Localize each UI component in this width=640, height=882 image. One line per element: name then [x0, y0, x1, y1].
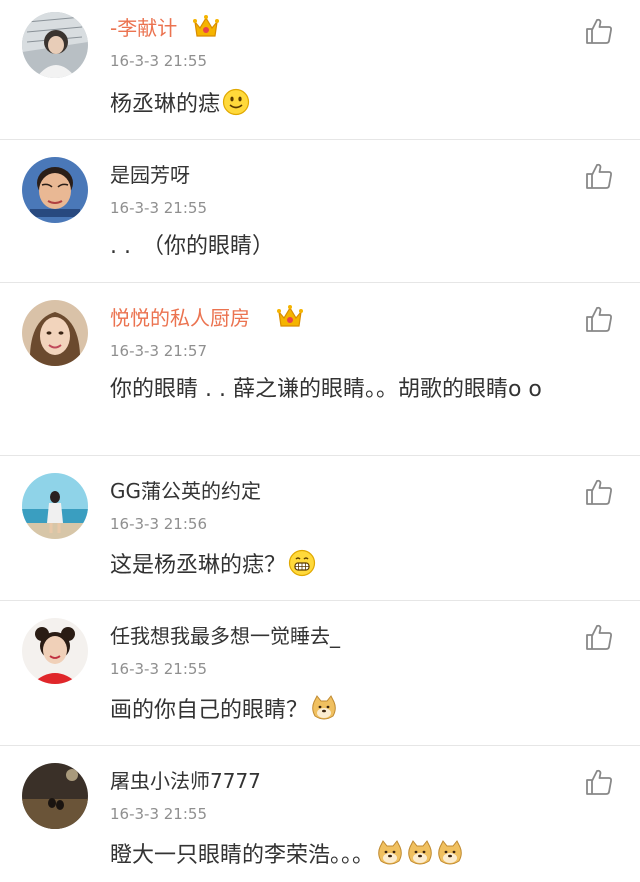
like-button[interactable]	[584, 477, 614, 507]
comment-item: 是园芳呀 16-3-3 21:55 . . （你的眼睛）	[0, 141, 640, 283]
timestamp: 16-3-3 21:55	[110, 52, 207, 70]
comment-item: 悦悦的私人厨房 16-3-3 21:57 你的眼睛 . . 薛之谦的眼睛。。胡歌…	[0, 284, 640, 456]
comment-body: 画的你自己的眼睛？	[110, 698, 309, 723]
avatar[interactable]	[22, 473, 88, 539]
comment-text: 这是杨丞琳的痣？	[110, 549, 616, 582]
thumbs-up-icon	[586, 769, 612, 795]
comment-text: 画的你自己的眼睛？	[110, 694, 616, 727]
comment-body: 这是杨丞琳的痣？	[110, 553, 287, 578]
like-button[interactable]	[584, 767, 614, 797]
smile-emoji	[222, 88, 250, 116]
comment-text: . . （你的眼睛）	[110, 231, 616, 263]
timestamp: 16-3-3 21:57	[110, 342, 207, 360]
thumbs-up-icon	[586, 306, 612, 332]
username[interactable]: 屠虫小法师7777	[110, 767, 261, 795]
comment-body: 你的眼睛 . . 薛之谦的眼睛。。胡歌的眼睛o o	[110, 377, 542, 402]
crown-icon	[276, 304, 304, 330]
username[interactable]: -李献计	[110, 14, 177, 42]
avatar[interactable]	[22, 157, 88, 223]
username[interactable]: 是园芳呀	[110, 161, 190, 189]
comment-item: -李献计 16-3-3 21:55 杨丞琳的痣	[0, 0, 640, 140]
doge-emoji	[376, 839, 404, 867]
timestamp: 16-3-3 21:56	[110, 515, 207, 533]
username[interactable]: 任我想我最多想一觉睡去_	[110, 622, 340, 650]
doge-emoji	[310, 694, 338, 722]
avatar[interactable]	[22, 300, 88, 366]
like-button[interactable]	[584, 161, 614, 191]
comment-item: 屠虫小法师7777 16-3-3 21:55 瞪大一只眼睛的李荣浩。。。	[0, 747, 640, 882]
timestamp: 16-3-3 21:55	[110, 805, 207, 823]
avatar[interactable]	[22, 618, 88, 684]
like-button[interactable]	[584, 304, 614, 334]
timestamp: 16-3-3 21:55	[110, 199, 207, 217]
comment-body: 瞪大一只眼睛的李荣浩。。。	[110, 843, 375, 868]
comment-item: 任我想我最多想一觉睡去_ 16-3-3 21:55 画的你自己的眼睛？	[0, 602, 640, 746]
thumbs-up-icon	[586, 18, 612, 44]
username[interactable]: GG蒲公英的约定	[110, 477, 261, 505]
comment-body: 杨丞琳的痣	[110, 92, 221, 117]
comment-body: . . （你的眼睛）	[110, 234, 274, 259]
thumbs-up-icon	[586, 163, 612, 189]
avatar[interactable]	[22, 763, 88, 829]
comment-text: 你的眼睛 . . 薛之谦的眼睛。。胡歌的眼睛o o	[110, 374, 610, 406]
comment-item: GG蒲公英的约定 16-3-3 21:56 这是杨丞琳的痣？	[0, 457, 640, 601]
avatar[interactable]	[22, 12, 88, 78]
thumbs-up-icon	[586, 479, 612, 505]
thumbs-up-icon	[586, 624, 612, 650]
like-button[interactable]	[584, 622, 614, 652]
grin-emoji	[288, 549, 316, 577]
username[interactable]: 悦悦的私人厨房	[110, 304, 250, 332]
doge-emoji	[436, 839, 464, 867]
like-button[interactable]	[584, 16, 614, 46]
crown-icon	[192, 14, 220, 40]
doge-emoji	[406, 839, 434, 867]
comment-text: 杨丞琳的痣	[110, 88, 616, 121]
comment-text: 瞪大一只眼睛的李荣浩。。。	[110, 839, 616, 872]
comment-list: -李献计 16-3-3 21:55 杨丞琳的痣 是园芳呀 16-3-3 21:5…	[0, 0, 640, 882]
timestamp: 16-3-3 21:55	[110, 660, 207, 678]
